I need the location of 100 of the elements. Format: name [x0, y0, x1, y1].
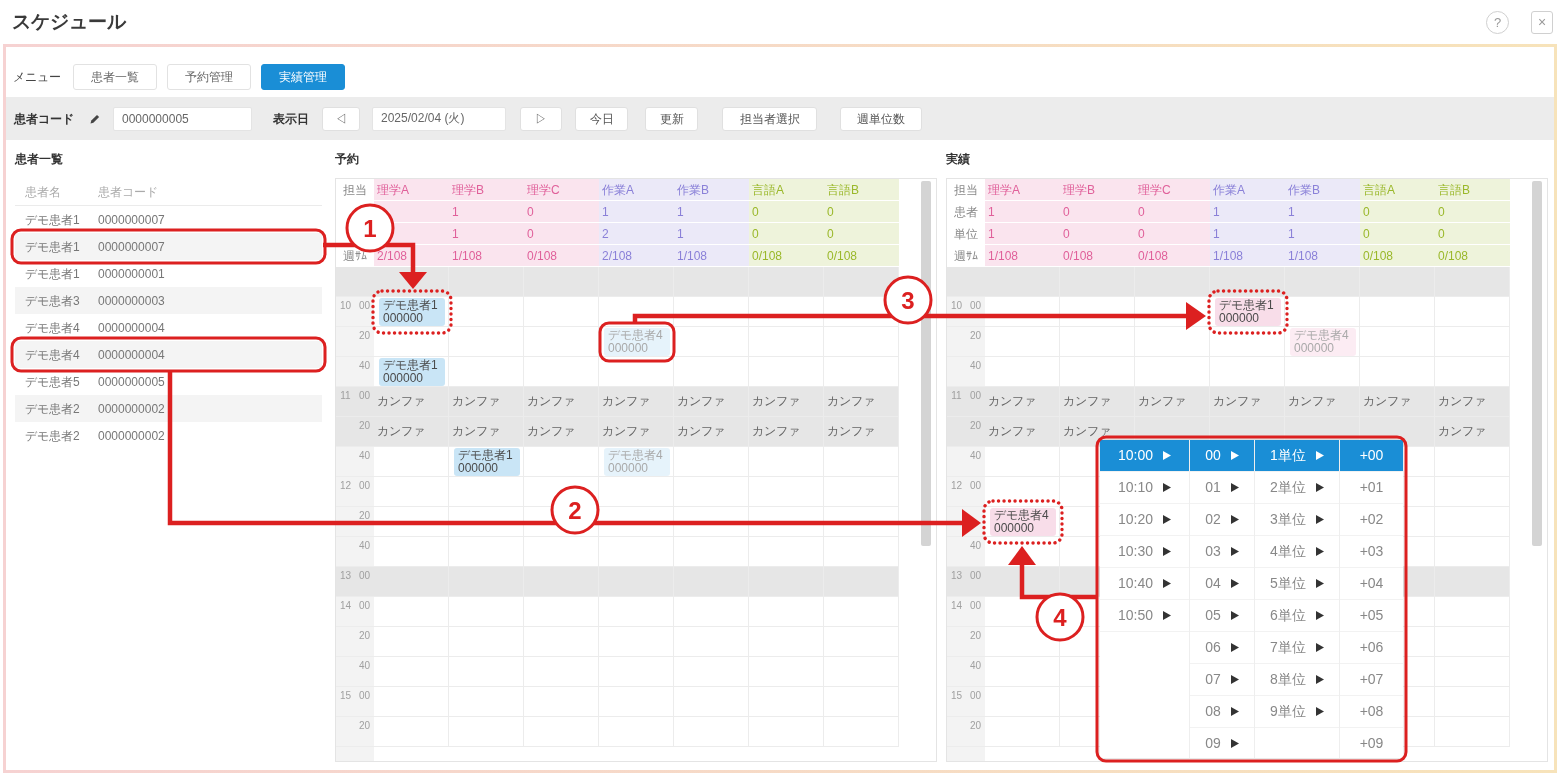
schedule-cell[interactable]: カンファ [1435, 417, 1510, 446]
pencil-icon[interactable] [90, 113, 100, 124]
staff-select-button[interactable]: 担当者選択 [722, 106, 817, 131]
menu-option[interactable]: 05 [1190, 600, 1254, 632]
schedule-cell[interactable]: カンファ [1360, 387, 1435, 416]
menu-option[interactable]: +09 [1340, 728, 1403, 760]
schedule-cell[interactable]: カンファ [1135, 387, 1210, 416]
schedule-cell[interactable]: カンファ [1060, 387, 1135, 416]
menu-option[interactable]: 10:10 [1100, 472, 1189, 504]
previous-day-button[interactable]: ◁ [322, 106, 360, 131]
schedule-cell[interactable]: カンファ [749, 387, 824, 416]
scrollbar-thumb[interactable] [921, 181, 931, 546]
schedule-cell[interactable]: カンファ [1210, 387, 1285, 416]
menu-option[interactable]: +08 [1340, 696, 1403, 728]
schedule-cell[interactable]: カンファ [449, 387, 524, 416]
step-number-marker: 3 [883, 275, 933, 325]
menu-option[interactable]: 10:00 [1100, 440, 1189, 472]
minute-label: 40 [968, 359, 983, 371]
schedule-cell[interactable]: カンファ [599, 387, 674, 416]
menu-option[interactable]: 1単位 [1255, 440, 1339, 472]
appointment-chip[interactable]: デモ患者1 000000 [1215, 298, 1281, 326]
refresh-button[interactable]: 更新 [645, 106, 698, 131]
menu-option[interactable]: 00 [1190, 440, 1254, 472]
menu-option[interactable]: 5単位 [1255, 568, 1339, 600]
schedule-cell[interactable]: カンファ [824, 387, 899, 416]
caret-right-icon [1315, 579, 1324, 588]
patient-row[interactable]: デモ患者1 0000000007 [15, 233, 322, 260]
schedule-cell[interactable]: カンファ [449, 417, 524, 446]
menu-option[interactable]: +07 [1340, 664, 1403, 696]
schedule-cell[interactable]: カンファ [1285, 387, 1360, 416]
patient-row[interactable]: デモ患者2 0000000002 [15, 422, 322, 449]
menu-option[interactable]: 10:20 [1100, 504, 1189, 536]
summary-cell: 0/108 [749, 245, 824, 267]
schedule-cell[interactable]: カンファ [524, 387, 599, 416]
menu-tab[interactable]: 予約管理 [167, 64, 251, 90]
menu-option[interactable]: +02 [1340, 504, 1403, 536]
menu-option[interactable]: +01 [1340, 472, 1403, 504]
minute-label: 20 [968, 419, 983, 431]
menu-option[interactable]: 3単位 [1255, 504, 1339, 536]
menu-option[interactable]: +05 [1340, 600, 1403, 632]
menu-option[interactable]: 01 [1190, 472, 1254, 504]
menu-option[interactable]: 2単位 [1255, 472, 1339, 504]
menu-option[interactable]: 10:50 [1100, 600, 1189, 632]
menu-option[interactable]: 07 [1190, 664, 1254, 696]
menu-option[interactable]: 10:40 [1100, 568, 1189, 600]
appointment-chip[interactable]: デモ患者1 000000 [454, 448, 520, 476]
menu-option[interactable]: +04 [1340, 568, 1403, 600]
schedule-cell[interactable]: カンファ [674, 417, 749, 446]
menu-option[interactable]: 8単位 [1255, 664, 1339, 696]
schedule-cell[interactable]: カンファ [599, 417, 674, 446]
patient-row[interactable]: デモ患者4 0000000004 [15, 314, 322, 341]
menu-option[interactable]: 4単位 [1255, 536, 1339, 568]
appointment-chip[interactable]: デモ患者1 000000 [379, 358, 445, 386]
menu-option[interactable]: 06 [1190, 632, 1254, 664]
menu-option[interactable]: +00 [1340, 440, 1403, 472]
menu-tab[interactable]: 実績管理 [261, 64, 345, 90]
summary-cell: 0 [1135, 201, 1210, 223]
patient-row[interactable]: デモ患者5 0000000005 [15, 368, 322, 395]
date-field[interactable]: 2025/02/04 (火) [372, 106, 506, 131]
patient-row[interactable]: デモ患者1 0000000007 [15, 206, 322, 233]
patient-row[interactable]: デモ患者3 0000000003 [15, 287, 322, 314]
minute-label: 20 [357, 419, 372, 431]
staff-column-header: 理学B [1060, 179, 1135, 201]
appointment-chip[interactable]: デモ患者4 000000 [990, 508, 1056, 536]
menu-option[interactable]: 7単位 [1255, 632, 1339, 664]
patient-row[interactable]: デモ患者4 0000000004 [15, 341, 322, 368]
menu-option[interactable]: 03 [1190, 536, 1254, 568]
patient-code: 0000000007 [98, 211, 165, 229]
schedule-cell[interactable]: カンファ [749, 417, 824, 446]
menu-option[interactable]: 02 [1190, 504, 1254, 536]
menu-option[interactable]: 04 [1190, 568, 1254, 600]
schedule-cell[interactable]: カンファ [985, 387, 1060, 416]
help-button[interactable]: ? [1486, 10, 1509, 34]
patient-code: 0000000005 [98, 373, 165, 391]
schedule-cell[interactable]: カンファ [374, 417, 449, 446]
next-day-button[interactable]: ▷ [520, 106, 562, 131]
summary-cell: 1 [985, 223, 1060, 245]
menu-option[interactable]: 08 [1190, 696, 1254, 728]
weekly-units-button[interactable]: 週単位数 [840, 106, 922, 131]
menu-option[interactable]: 09 [1190, 728, 1254, 760]
patient-row[interactable]: デモ患者2 0000000002 [15, 395, 322, 422]
menu-tab[interactable]: 患者一覧 [73, 64, 157, 90]
schedule-cell[interactable]: カンファ [374, 387, 449, 416]
patient-row[interactable]: デモ患者1 0000000001 [15, 260, 322, 287]
appointment-chip[interactable]: デモ患者1 000000 [379, 298, 445, 326]
schedule-cell[interactable]: カンファ [824, 417, 899, 446]
schedule-cell[interactable]: カンファ [524, 417, 599, 446]
schedule-cell[interactable]: カンファ [1435, 387, 1510, 416]
menu-option[interactable]: 6単位 [1255, 600, 1339, 632]
menu-option[interactable]: +03 [1340, 536, 1403, 568]
patient-code-field[interactable]: 0000000005 [113, 106, 252, 131]
summary-cell: 0 [1435, 201, 1510, 223]
menu-option[interactable]: 10:30 [1100, 536, 1189, 568]
schedule-cell[interactable]: カンファ [985, 417, 1060, 446]
close-button[interactable]: × [1531, 10, 1553, 34]
menu-option[interactable]: +06 [1340, 632, 1403, 664]
today-button[interactable]: 今日 [575, 106, 628, 131]
schedule-cell[interactable]: カンファ [674, 387, 749, 416]
menu-option[interactable]: 9単位 [1255, 696, 1339, 728]
scrollbar-thumb[interactable] [1532, 181, 1542, 546]
